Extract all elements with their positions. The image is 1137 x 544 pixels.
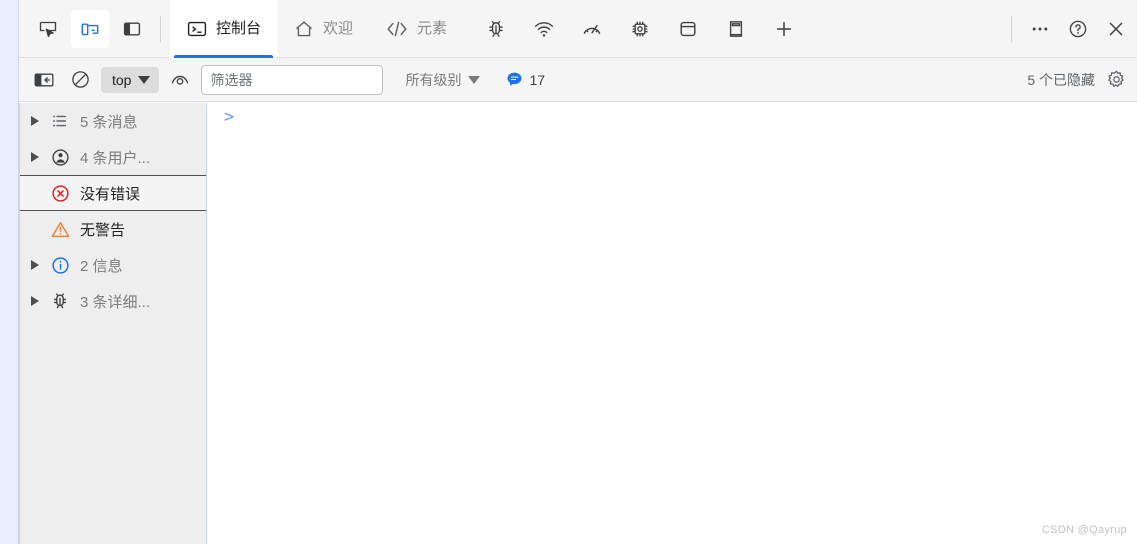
sidebar-item-errors[interactable]: 没有错误 bbox=[20, 175, 206, 211]
tab-console[interactable]: 控制台 bbox=[170, 0, 278, 58]
dock-side-icon[interactable] bbox=[113, 10, 151, 48]
home-icon bbox=[293, 18, 315, 40]
tabbar-right-divider bbox=[1011, 15, 1012, 42]
sidebar-item-messages-label: 5 条消息 bbox=[80, 113, 138, 131]
clear-console-icon[interactable] bbox=[65, 65, 95, 95]
watermark-text: CSDN @Qayrup bbox=[1041, 524, 1127, 536]
settings-gear-icon[interactable] bbox=[1101, 65, 1131, 95]
tab-elements-label: 元素 bbox=[417, 20, 448, 37]
message-count-badge[interactable]: 17 bbox=[506, 71, 545, 88]
performance-icon[interactable] bbox=[573, 10, 611, 48]
live-expression-icon[interactable] bbox=[165, 65, 195, 95]
error-circle-icon bbox=[46, 183, 74, 204]
chevron-down-icon bbox=[468, 75, 481, 84]
console-prompt-row[interactable]: > bbox=[208, 103, 1137, 133]
console-sidebar-toggle-icon[interactable] bbox=[29, 65, 59, 95]
code-icon bbox=[385, 18, 409, 40]
sidebar-item-info-label: 2 信息 bbox=[80, 257, 123, 275]
devtools-window: 控制台 欢迎 元素 top 筛选器 所有级别 17 5 个已隐藏 5 条消息 4… bbox=[0, 0, 1137, 544]
expand-triangle-icon[interactable] bbox=[24, 296, 46, 306]
console-filter-toolbar: top 所有级别 17 5 个已隐藏 bbox=[19, 58, 1137, 102]
info-circle-icon bbox=[46, 255, 74, 276]
execution-context-value: top bbox=[112, 71, 132, 88]
inspect-element-icon[interactable] bbox=[29, 10, 67, 48]
close-devtools-icon[interactable] bbox=[1097, 10, 1135, 48]
sidebar-item-errors-label: 没有错误 bbox=[80, 185, 141, 203]
devtools-tabbar: 控制台 欢迎 元素 bbox=[19, 0, 1137, 58]
expand-triangle-icon[interactable] bbox=[24, 116, 46, 126]
sidebar-item-messages[interactable]: 5 条消息 bbox=[20, 103, 206, 139]
tabbar-divider bbox=[160, 15, 161, 42]
network-icon[interactable] bbox=[525, 10, 563, 48]
expand-triangle-icon[interactable] bbox=[24, 152, 46, 162]
sidebar-item-user-messages[interactable]: 4 条用户... bbox=[20, 139, 206, 175]
bug-icon[interactable] bbox=[477, 10, 515, 48]
chevron-down-icon bbox=[138, 75, 151, 84]
list-icon bbox=[46, 111, 74, 131]
sidebar-item-warnings[interactable]: 无警告 bbox=[20, 211, 206, 247]
console-output-panel[interactable]: > CSDN @Qayrup bbox=[208, 103, 1137, 544]
warning-triangle-icon bbox=[46, 219, 74, 240]
memory-chip-icon[interactable] bbox=[621, 10, 659, 48]
console-icon bbox=[186, 18, 208, 40]
tab-console-label: 控制台 bbox=[216, 20, 262, 37]
left-accent-strip bbox=[0, 0, 19, 544]
sidebar-item-warnings-label: 无警告 bbox=[80, 221, 126, 239]
speech-bubble-icon bbox=[506, 71, 523, 88]
tabbar-right-controls bbox=[1002, 10, 1137, 48]
sidebar-item-info[interactable]: 2 信息 bbox=[20, 247, 206, 283]
log-level-selector[interactable]: 所有级别 bbox=[399, 70, 486, 90]
user-message-icon bbox=[46, 147, 74, 168]
sidebar-item-user-messages-label: 4 条用户... bbox=[80, 149, 151, 167]
hidden-messages-label: 5 个已隐藏 bbox=[1027, 71, 1095, 88]
filterbar-right: 5 个已隐藏 bbox=[1027, 65, 1131, 95]
tabbar-extra-icons bbox=[463, 10, 803, 48]
log-level-value: 所有级别 bbox=[405, 71, 462, 88]
tab-welcome-label: 欢迎 bbox=[323, 20, 354, 37]
execution-context-selector[interactable]: top bbox=[101, 66, 160, 93]
help-icon[interactable] bbox=[1059, 10, 1097, 48]
tabbar-tool-group bbox=[19, 9, 151, 48]
sidebar-item-verbose[interactable]: 3 条详细... bbox=[20, 283, 206, 319]
verbose-bug-icon bbox=[46, 290, 74, 312]
expand-triangle-icon[interactable] bbox=[24, 260, 46, 270]
sidebar-item-verbose-label: 3 条详细... bbox=[80, 293, 151, 311]
message-count-value: 17 bbox=[529, 71, 546, 88]
add-tab-icon[interactable] bbox=[765, 10, 803, 48]
device-toolbar-icon[interactable] bbox=[71, 9, 109, 48]
console-sidebar: 5 条消息 4 条用户... 没有错误 无警告 2 信息 3 条详细... bbox=[19, 103, 207, 544]
filter-input[interactable] bbox=[201, 64, 384, 95]
tab-elements[interactable]: 元素 bbox=[369, 0, 463, 58]
application-icon[interactable] bbox=[669, 10, 707, 48]
more-options-icon[interactable] bbox=[1021, 10, 1059, 48]
tab-welcome[interactable]: 欢迎 bbox=[277, 0, 369, 58]
tab-list: 控制台 欢迎 元素 bbox=[170, 0, 463, 58]
prompt-chevron-icon: > bbox=[224, 107, 235, 127]
recorder-book-icon[interactable] bbox=[717, 10, 755, 48]
